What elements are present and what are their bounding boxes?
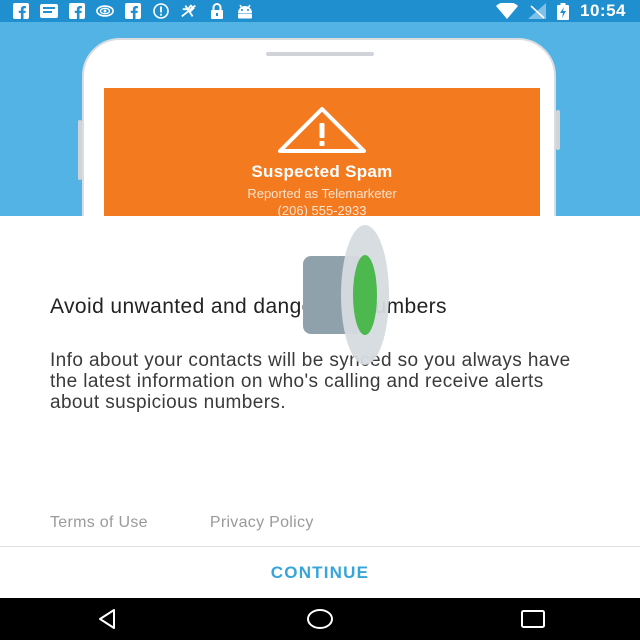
wifi-icon [496,3,519,19]
toggle-switch-graphic [303,225,389,365]
terms-of-use-link[interactable]: Terms of Use [50,514,148,532]
continue-button[interactable]: CONTINUE [0,547,640,598]
recents-button[interactable] [503,598,563,640]
spam-alert-card: Suspected Spam Reported as Telemarketer … [104,88,540,216]
privacy-policy-link[interactable]: Privacy Policy [210,514,314,532]
recents-icon [521,610,546,628]
legal-links: Terms of Use Privacy Policy [50,514,314,532]
lock-icon [208,3,226,19]
facebook-icon [68,3,86,19]
phone-side-button [556,110,560,150]
home-button[interactable] [290,598,350,640]
spam-card-subtitle: Reported as Telemarketer [247,186,397,201]
home-icon [306,609,333,629]
navigation-bar [0,598,640,640]
battery-charging-icon [556,2,570,20]
back-button[interactable] [77,598,137,640]
info-icon [152,3,170,19]
eye-icon [96,3,114,19]
status-bar: 10:54 [0,0,640,22]
spam-card-number: (206) 555-2933 [277,203,367,216]
status-bar-notifications [0,3,254,19]
phone-illustration: Suspected Spam Reported as Telemarketer … [78,38,560,216]
phone-speaker [266,52,374,56]
android-icon [236,3,254,19]
phone-side-button [78,120,82,180]
spam-card-title: Suspected Spam [251,162,393,181]
no-signal-icon [528,3,547,19]
no-location-icon [180,3,198,19]
facebook-icon [124,3,142,19]
message-icon [40,3,58,19]
status-bar-system: 10:54 [496,1,640,21]
back-icon [98,609,115,629]
status-time: 10:54 [580,1,626,20]
facebook-icon [12,3,30,19]
hero-illustration: Suspected Spam Reported as Telemarketer … [0,22,640,216]
app-screen: 10:54 Suspected Spam Reported as Telemar… [0,0,640,640]
warning-icon [278,107,366,153]
